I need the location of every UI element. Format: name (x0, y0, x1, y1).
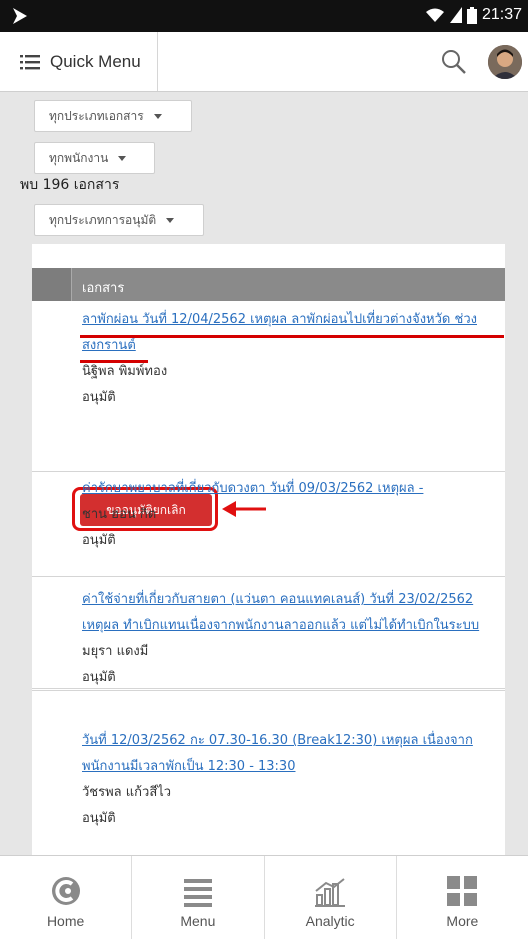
quick-menu-label: Quick Menu (50, 51, 141, 71)
highlight-underline (80, 360, 148, 363)
chevron-down-icon (166, 217, 175, 223)
document-link-cont[interactable]: เหตุผล ทำเบิกแทนเนื่องจากพนักงานลาออกแล้… (82, 613, 502, 639)
status-text: อนุมัติ (82, 533, 116, 548)
nav-menu-label: Menu (180, 913, 216, 929)
home-icon (51, 877, 80, 905)
table-header: เอกสาร (32, 268, 505, 301)
employee-name: วัชรพล แก้วสีไว (82, 785, 172, 800)
table-header-index (32, 268, 72, 301)
nav-more[interactable]: More (397, 856, 528, 939)
document-link[interactable]: วันที่ 12/03/2562 กะ 07.30-16.30 (Break1… (82, 728, 502, 754)
menu-icon (183, 879, 212, 907)
table-row: วันที่ 12/03/2562 กะ 07.30-16.30 (Break1… (32, 690, 505, 855)
more-icon (447, 876, 478, 906)
battery-icon (466, 6, 477, 24)
chevron-down-icon (118, 155, 127, 161)
document-link[interactable]: ลาพักผ่อน วันที่ 12/04/2562 เหตุผล ลาพัก… (82, 307, 502, 333)
table-row-inner: วันที่ 12/03/2562 กะ 07.30-16.30 (Break1… (32, 690, 505, 855)
clock: 21:37 (481, 6, 522, 23)
status-text: อนุมัติ (82, 390, 116, 405)
status-text: อนุมัติ (82, 670, 116, 685)
nav-analytic[interactable]: Analytic (265, 856, 397, 939)
status-text: อนุมัติ (82, 811, 116, 826)
search-icon[interactable] (441, 49, 467, 75)
employee-dropdown[interactable]: ทุกพนักงาน (34, 142, 155, 174)
document-link-cont[interactable]: พนักงานมีเวลาพักเป็น 12:30 - 13:30 (82, 754, 502, 780)
nav-home[interactable]: Home (0, 856, 133, 939)
doc-type-value: ทุกประเภทเอกสาร (49, 108, 144, 123)
doc-type-dropdown[interactable]: ทุกประเภทเอกสาร (34, 100, 192, 132)
chevron-down-icon (153, 113, 162, 119)
system-icons: 21:37 (425, 6, 522, 24)
employee-name: มยุรา แดงมี (82, 644, 149, 659)
table-header-label: เอกสาร (82, 281, 125, 296)
document-link[interactable]: ค่ารักษาพยาบาลที่เกี่ยวกับดวงตา วันที่ 0… (82, 476, 502, 502)
document-link[interactable]: ค่าใช้จ่ายที่เกี่ยวกับสายตา (แว่นตา คอนแ… (82, 587, 502, 613)
profile-photo-icon (488, 45, 522, 79)
bottom-nav: Home Menu Analytic More (0, 855, 528, 939)
employee-value: ทุกพนักงาน (49, 150, 109, 165)
status-bar: 21:37 (0, 0, 528, 32)
nav-menu[interactable]: Menu (132, 856, 265, 939)
notification-icon (13, 8, 27, 24)
table-row: ค่าใช้จ่ายที่เกี่ยวกับสายตา (แว่นตา คอนแ… (32, 577, 505, 689)
employee-name: ชาน ฮอน กิต (82, 507, 157, 522)
table-row: ค่ารักษาพยาบาลที่เกี่ยวกับดวงตา วันที่ 0… (32, 472, 505, 577)
wifi-icon (425, 8, 444, 22)
nav-home-label: Home (46, 913, 85, 929)
list-icon (20, 54, 40, 69)
row-divider (32, 690, 505, 691)
avatar[interactable] (488, 45, 522, 79)
nav-analytic-label: Analytic (305, 913, 355, 929)
approval-type-dropdown[interactable]: ทุกประเภทการอนุมัติ (34, 204, 204, 236)
document-panel: เอกสาร ลาพักผ่อน วันที่ 12/04/2562 เหตุผ… (32, 244, 505, 690)
approval-type-value: ทุกประเภทการอนุมัติ (49, 212, 157, 227)
nav-more-label: More (446, 913, 479, 929)
signal-icon (449, 7, 462, 23)
table-row: ลาพักผ่อน วันที่ 12/04/2562 เหตุผล ลาพัก… (32, 301, 505, 531)
app-header: Quick Menu (0, 32, 528, 92)
result-count: พบ 196 เอกสาร (20, 177, 120, 193)
quick-menu-button[interactable]: Quick Menu (0, 32, 158, 91)
highlight-underline (80, 335, 504, 338)
analytic-icon (315, 878, 346, 907)
